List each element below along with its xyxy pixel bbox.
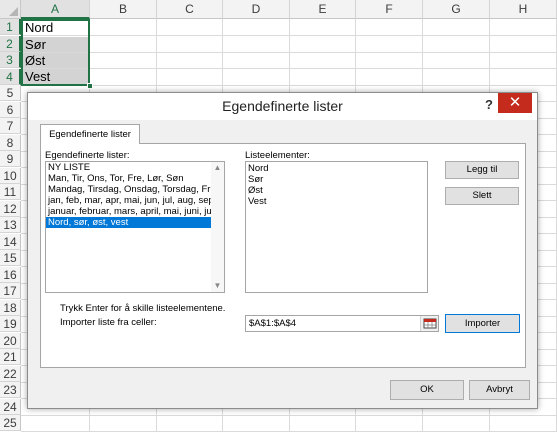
add-button-label: Legg til <box>466 164 498 175</box>
row-header-20[interactable]: 20 <box>0 332 21 349</box>
import-button[interactable]: Importer <box>445 314 520 333</box>
gridline-horizontal <box>21 35 557 36</box>
cell-a4[interactable]: Vest <box>22 69 89 84</box>
delete-button-label: Slett <box>472 190 492 201</box>
row-header-5[interactable]: 5 <box>0 85 21 101</box>
fill-handle[interactable] <box>87 83 93 89</box>
row-header-19[interactable]: 19 <box>0 316 21 332</box>
scroll-up-icon[interactable]: ▲ <box>211 162 224 174</box>
lists-scrollbar[interactable]: ▲ ▼ <box>211 162 224 292</box>
cancel-button[interactable]: Avbryt <box>469 380 530 400</box>
custom-list-item[interactable]: jan, feb, mar, apr, mai, jun, jul, aug, … <box>46 195 224 206</box>
cell-a2[interactable]: Sør <box>22 37 89 52</box>
row-header-4[interactable]: 4 <box>0 68 21 85</box>
import-range-input[interactable]: $A$1:$A$4 <box>245 315 439 332</box>
delete-button[interactable]: Slett <box>445 187 519 205</box>
row-header-14[interactable]: 14 <box>0 233 21 250</box>
close-button[interactable]: ✕ <box>498 93 532 113</box>
row-header-17[interactable]: 17 <box>0 283 21 299</box>
list-entries-textarea[interactable]: Nord Sør Øst Vest <box>245 161 428 293</box>
row-header-12[interactable]: 12 <box>0 200 21 217</box>
gridline-horizontal <box>21 51 557 53</box>
column-header-c[interactable]: C <box>157 0 223 19</box>
column-header-h[interactable]: H <box>490 0 557 19</box>
import-label: Importer liste fra celler: <box>60 317 157 328</box>
row-header-23[interactable]: 23 <box>0 382 21 398</box>
list-entry-line: Sør <box>248 174 264 185</box>
row-header-16[interactable]: 16 <box>0 266 21 283</box>
scroll-down-icon[interactable]: ▼ <box>211 280 224 292</box>
list-entry-line: Nord <box>248 163 269 174</box>
custom-list-item[interactable]: NY LISTE <box>46 162 224 173</box>
column-header-b[interactable]: B <box>90 0 157 19</box>
custom-lists-dialog: Egendefinerte lister ? ✕ Egendefinerte l… <box>27 92 538 409</box>
column-header-e[interactable]: E <box>290 0 356 19</box>
row-header-25[interactable]: 25 <box>0 415 21 431</box>
list-entry-line: Vest <box>248 196 267 207</box>
row-header-11[interactable]: 11 <box>0 184 21 200</box>
row-header-24[interactable]: 24 <box>0 398 21 415</box>
column-header-g[interactable]: G <box>423 0 490 19</box>
ok-button[interactable]: OK <box>390 380 464 400</box>
cell-a1[interactable]: Nord <box>22 20 89 35</box>
gridline-horizontal <box>21 84 557 86</box>
dialog-title: Egendefinerte lister <box>222 98 343 114</box>
row-header-18[interactable]: 18 <box>0 299 21 316</box>
custom-list-item[interactable]: Nord, sør, øst, vest <box>46 217 224 228</box>
row-header-13[interactable]: 13 <box>0 217 21 233</box>
column-header-f[interactable]: F <box>356 0 423 19</box>
column-header-a[interactable]: A <box>21 0 90 19</box>
gridline-horizontal <box>21 414 557 416</box>
range-select-icon <box>423 318 437 329</box>
cancel-button-label: Avbryt <box>486 384 513 395</box>
row-header-9[interactable]: 9 <box>0 151 21 167</box>
hint-text: Trykk Enter for å skille listeelementene… <box>60 303 226 314</box>
row-header-1[interactable]: 1 <box>0 19 21 35</box>
row-header-2[interactable]: 2 <box>0 35 21 52</box>
row-header-21[interactable]: 21 <box>0 349 21 365</box>
select-all-corner[interactable] <box>0 0 21 19</box>
custom-lists-label: Egendefinerte lister: <box>45 150 130 161</box>
ok-button-label: OK <box>420 384 434 395</box>
list-entry-line: Øst <box>248 185 263 196</box>
dialog-titlebar: Egendefinerte lister ? ✕ <box>28 93 537 120</box>
add-button[interactable]: Legg til <box>445 161 519 179</box>
cell-a3[interactable]: Øst <box>22 53 89 68</box>
row-header-7[interactable]: 7 <box>0 118 21 134</box>
tab-custom-lists[interactable]: Egendefinerte lister <box>40 124 140 144</box>
import-button-label: Importer <box>464 318 501 329</box>
row-header-6[interactable]: 6 <box>0 101 21 118</box>
help-button[interactable]: ? <box>480 95 498 115</box>
collapse-dialog-button[interactable] <box>420 316 438 331</box>
row-header-10[interactable]: 10 <box>0 167 21 184</box>
gridline-horizontal <box>21 68 557 69</box>
column-header-d[interactable]: D <box>223 0 290 19</box>
custom-list-item[interactable]: Man, Tir, Ons, Tor, Fre, Lør, Søn <box>46 173 224 184</box>
row-header-8[interactable]: 8 <box>0 134 21 151</box>
row-header-15[interactable]: 15 <box>0 250 21 266</box>
list-entries-label: Listeelementer: <box>245 150 310 161</box>
custom-lists-listbox[interactable]: NY LISTE Man, Tir, Ons, Tor, Fre, Lør, Sø… <box>45 161 225 293</box>
custom-list-item[interactable]: Mandag, Tirsdag, Onsdag, Torsdag, Fred <box>46 184 224 195</box>
row-header-3[interactable]: 3 <box>0 52 21 68</box>
row-header-22[interactable]: 22 <box>0 365 21 382</box>
custom-list-item[interactable]: januar, februar, mars, april, mai, juni,… <box>46 206 224 217</box>
